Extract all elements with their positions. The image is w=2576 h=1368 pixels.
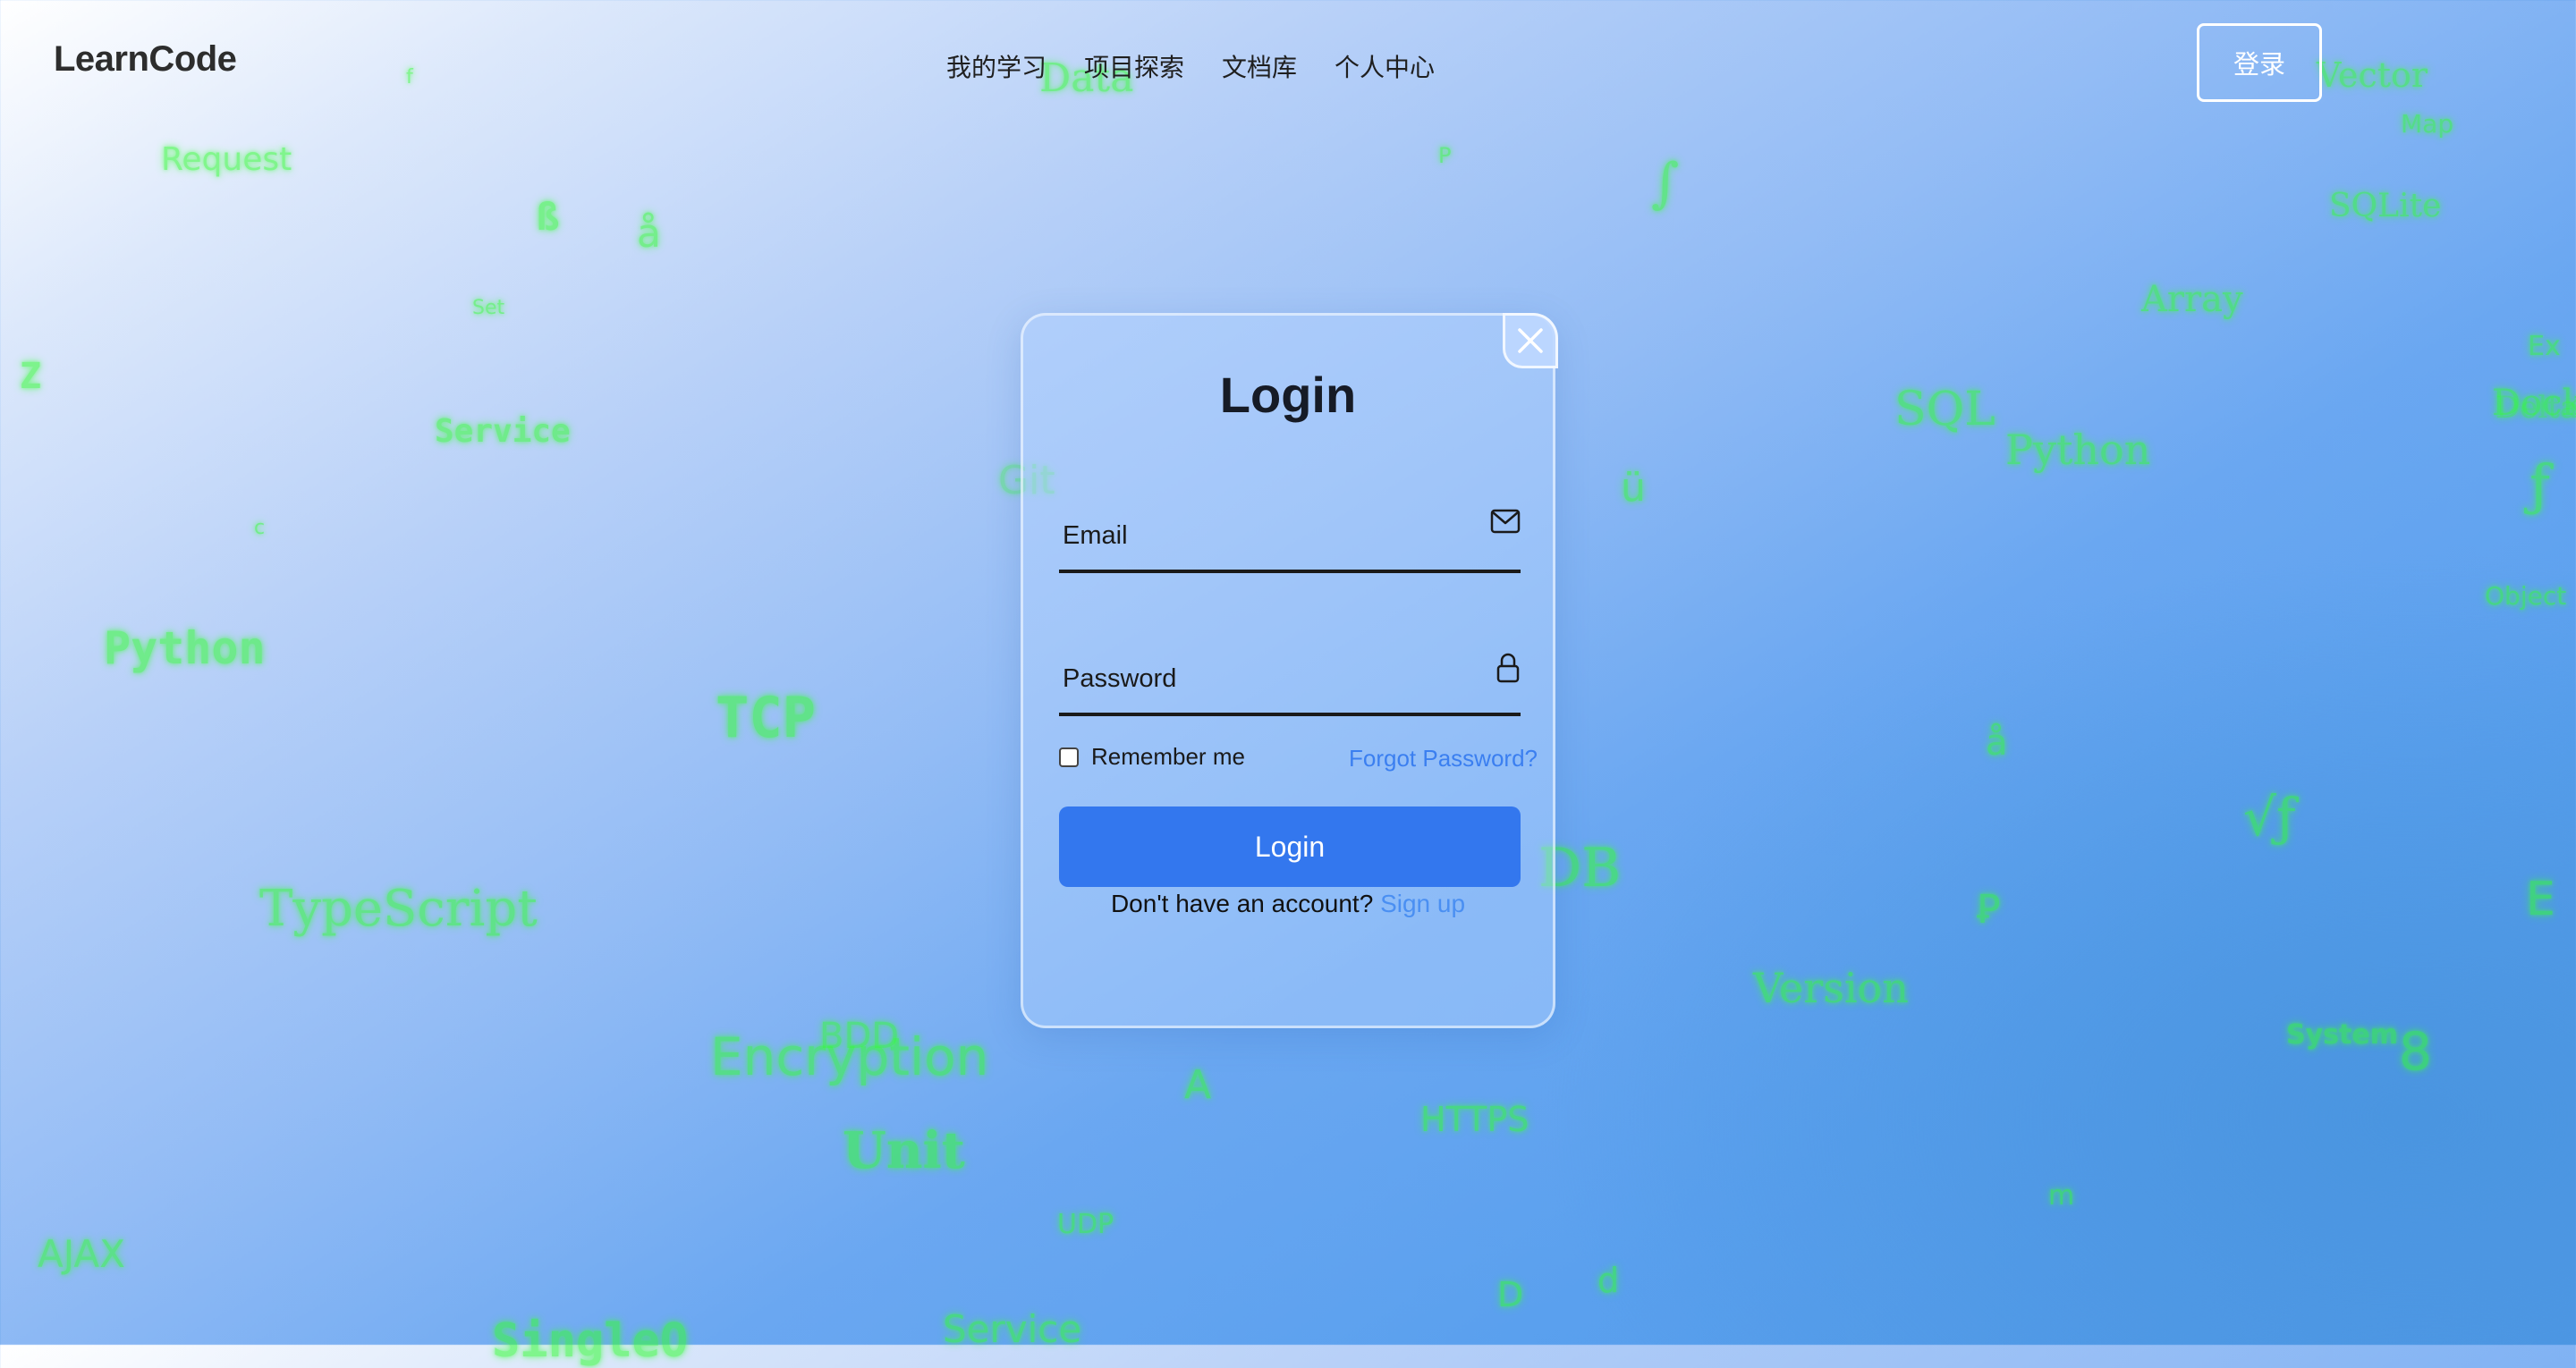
nav-project-explore[interactable]: 项目探索 bbox=[1084, 48, 1184, 84]
bg-word: ƒ bbox=[2529, 452, 2550, 518]
bg-word: Object bbox=[2485, 581, 2567, 611]
nav-profile[interactable]: 个人中心 bbox=[1335, 48, 1435, 84]
remember-checkbox[interactable] bbox=[1059, 747, 1079, 767]
bg-word: AJAX bbox=[38, 1232, 125, 1276]
bg-word: ∫ bbox=[1651, 152, 1680, 215]
login-submit-button[interactable]: Login bbox=[1059, 806, 1521, 887]
forgot-password-link[interactable]: Forgot Password? bbox=[1349, 745, 1538, 773]
email-label: Email bbox=[1063, 521, 1128, 550]
bg-word: HTTPS bbox=[1420, 1100, 1530, 1139]
bg-word: BDD bbox=[819, 1016, 900, 1057]
bg-word: SQLite bbox=[2329, 188, 2442, 224]
bg-word: d bbox=[1597, 1261, 1620, 1300]
bg-word: A bbox=[1184, 1062, 1212, 1108]
bg-word: Delta bbox=[2496, 390, 2576, 426]
email-field[interactable]: Email bbox=[1059, 482, 1521, 573]
bg-word: Service bbox=[435, 413, 571, 450]
bg-word: m bbox=[2048, 1180, 2075, 1212]
bg-word: f bbox=[406, 66, 413, 89]
bg-word: ß bbox=[537, 195, 560, 239]
bg-word: SingleO bbox=[492, 1314, 689, 1368]
remember-me[interactable]: Remember me bbox=[1059, 743, 1245, 771]
bg-word: Ꝑ bbox=[1977, 887, 2001, 933]
bg-word: c bbox=[254, 517, 266, 539]
bg-word: Encryption bbox=[710, 1026, 989, 1087]
bg-word: √ƒ bbox=[2243, 787, 2296, 848]
bg-word: Python bbox=[104, 622, 266, 674]
signup-link[interactable]: Sign up bbox=[1380, 890, 1465, 917]
password-label: Password bbox=[1063, 664, 1177, 693]
main-nav: 我的学习 项目探索 文档库 个人中心 bbox=[946, 48, 1435, 84]
bg-word: System bbox=[2286, 1019, 2398, 1051]
signup-prompt: Don't have an account? bbox=[1110, 890, 1374, 917]
lock-icon bbox=[1496, 653, 1520, 683]
bg-word: Ex bbox=[2528, 331, 2561, 362]
login-modal: Login Email Password Remember me Forgot … bbox=[1021, 313, 1558, 1028]
signup-line: Don't have an account? Sign up bbox=[1023, 890, 1553, 918]
bg-word: SQL bbox=[1894, 383, 1996, 436]
bg-word: 8 bbox=[2399, 1021, 2432, 1082]
bg-word: Unit bbox=[843, 1121, 965, 1180]
password-field[interactable]: Password bbox=[1059, 625, 1521, 716]
bg-word: å bbox=[637, 211, 661, 257]
header-login-button[interactable]: 登录 bbox=[2197, 23, 2322, 102]
modal-title: Login bbox=[1219, 367, 1357, 423]
bg-word: Version bbox=[1753, 964, 1909, 1012]
bg-word: TCP bbox=[716, 685, 816, 750]
bg-word: TypeScript bbox=[259, 880, 538, 938]
bg-word: Vector bbox=[2317, 55, 2428, 95]
bg-word: å bbox=[1986, 722, 2008, 764]
close-button[interactable] bbox=[1503, 313, 1558, 368]
bg-word: ü bbox=[1621, 465, 1646, 511]
bg-word: UDP bbox=[1057, 1209, 1114, 1240]
remember-label: Remember me bbox=[1091, 743, 1245, 770]
nav-my-learning[interactable]: 我的学习 bbox=[946, 48, 1046, 84]
logo[interactable]: LearnCode bbox=[54, 39, 237, 80]
mail-icon bbox=[1490, 509, 1521, 534]
close-icon bbox=[1518, 328, 1543, 353]
bg-word: Z bbox=[20, 356, 42, 397]
bg-word: Set bbox=[472, 297, 505, 319]
bg-word: E bbox=[2526, 873, 2555, 926]
bg-word: Docker bbox=[2492, 383, 2576, 424]
nav-docs[interactable]: 文档库 bbox=[1222, 48, 1297, 84]
bg-word: Map bbox=[2401, 109, 2454, 139]
bg-word: D bbox=[1497, 1275, 1524, 1314]
bg-word: P bbox=[1438, 143, 1452, 168]
bg-word: Python bbox=[2005, 426, 2151, 474]
bg-word: Request bbox=[161, 141, 292, 178]
bg-word: Array bbox=[2141, 279, 2243, 320]
